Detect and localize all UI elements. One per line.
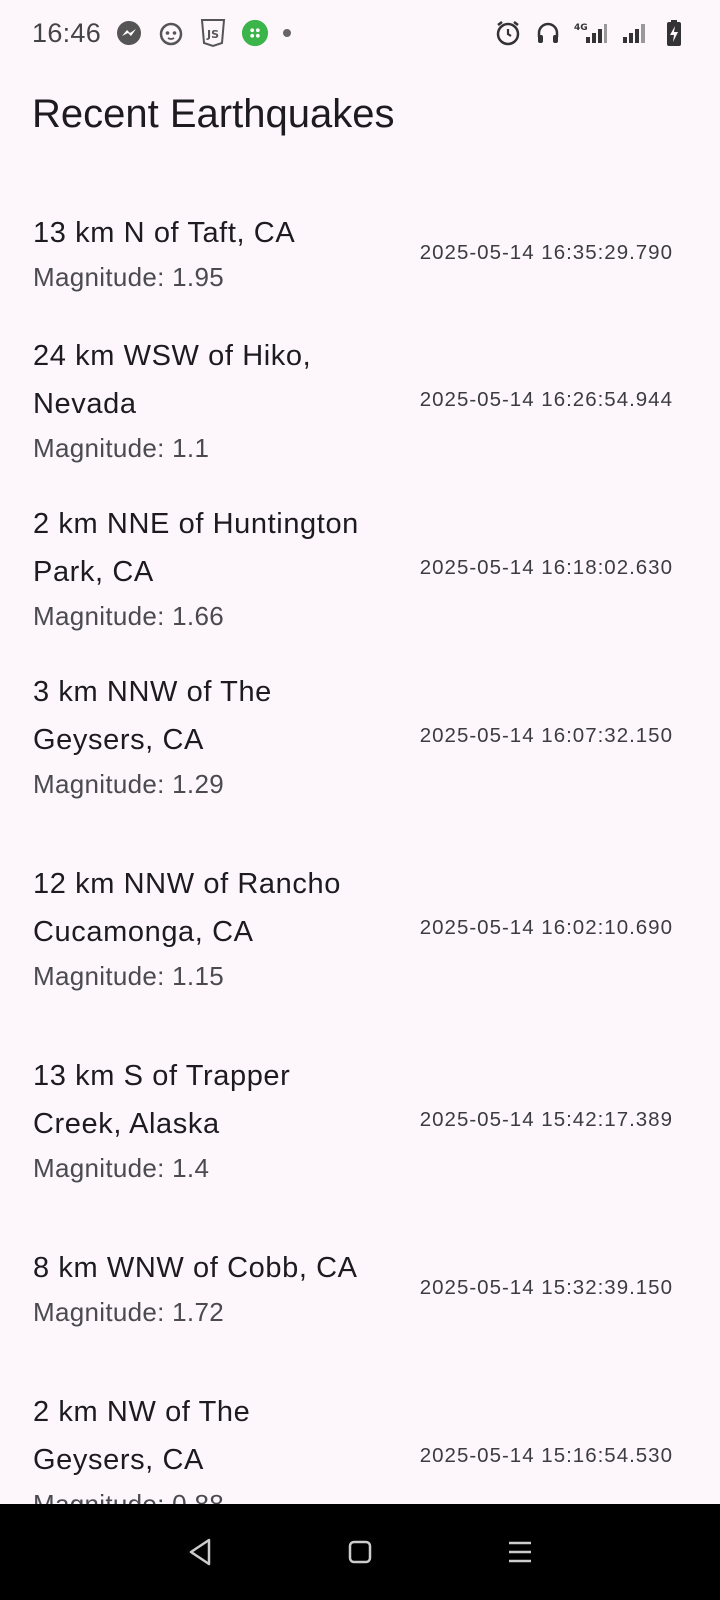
status-left: 16:46 JS xyxy=(32,17,292,49)
list-item[interactable]: 2 km NW of The Geysers, CA Magnitude: 0.… xyxy=(0,1384,720,1504)
list-item[interactable]: 2 km NNE of Huntington Park, CA Magnitud… xyxy=(0,496,720,640)
page-title: Recent Earthquakes xyxy=(32,92,395,136)
app-green-icon xyxy=(241,19,269,47)
home-square-icon xyxy=(348,1540,372,1564)
system-nav-bar xyxy=(0,1504,720,1600)
quake-place: 12 km NNW of Rancho Cucamonga, CA xyxy=(33,868,341,948)
quake-magnitude: Magnitude: 1.95 xyxy=(33,262,224,292)
quake-magnitude: Magnitude: 1.4 xyxy=(33,1153,210,1183)
list-item[interactable]: 24 km WSW of Hiko, Nevada Magnitude: 1.1… xyxy=(0,328,720,472)
quake-magnitude: Magnitude: 1.1 xyxy=(33,433,210,463)
list-item[interactable]: 3 km NNW of The Geysers, CA Magnitude: 1… xyxy=(0,664,720,808)
quake-time: 2025-05-14 16:26:54.944 xyxy=(419,388,673,411)
messenger-icon xyxy=(115,19,143,47)
battery-charging-icon xyxy=(660,19,688,47)
quake-place: 2 km NNE of Huntington Park, CA xyxy=(33,508,359,588)
quake-time: 2025-05-14 15:16:54.530 xyxy=(419,1444,673,1467)
quake-magnitude: Magnitude: 0.88 xyxy=(33,1489,224,1504)
cat-face-icon xyxy=(157,19,185,47)
back-button[interactable] xyxy=(170,1522,230,1582)
recents-button[interactable] xyxy=(490,1522,550,1582)
quake-time: 2025-05-14 15:32:39.150 xyxy=(419,1276,673,1299)
status-time: 16:46 xyxy=(32,17,102,48)
quake-magnitude: Magnitude: 1.72 xyxy=(33,1297,224,1327)
js-icon: JS xyxy=(199,19,227,48)
quake-place: 3 km NNW of The Geysers, CA xyxy=(33,676,272,756)
signal-4g-icon: 4G xyxy=(574,19,608,47)
signal-icon xyxy=(620,19,648,47)
list-item[interactable]: 8 km WNW of Cobb, CA Magnitude: 1.72 202… xyxy=(0,1216,720,1360)
headphones-icon xyxy=(534,19,562,47)
alarm-icon xyxy=(494,19,522,47)
list-item[interactable]: 13 km N of Taft, CA Magnitude: 1.95 2025… xyxy=(0,198,720,308)
menu-lines-icon xyxy=(509,1541,531,1563)
list-item[interactable]: 12 km NNW of Rancho Cucamonga, CA Magnit… xyxy=(0,832,720,1024)
svg-text:JS: JS xyxy=(206,28,219,41)
earthquake-list[interactable]: 13 km N of Taft, CA Magnitude: 1.95 2025… xyxy=(0,182,720,1504)
quake-magnitude: Magnitude: 1.29 xyxy=(33,769,224,799)
status-right: 4G xyxy=(494,19,688,47)
quake-time: 2025-05-14 16:02:10.690 xyxy=(419,916,673,939)
home-button[interactable] xyxy=(330,1522,390,1582)
status-bar: 16:46 JS 4G xyxy=(0,0,720,66)
notification-dot-icon xyxy=(283,29,292,37)
network-label: 4G xyxy=(574,23,588,33)
quake-place: 8 km WNW of Cobb, CA xyxy=(33,1252,358,1284)
quake-place: 24 km WSW of Hiko, Nevada xyxy=(33,340,312,420)
quake-time: 2025-05-14 16:18:02.630 xyxy=(419,556,673,579)
quake-time: 2025-05-14 16:35:29.790 xyxy=(419,241,673,264)
quake-place: 2 km NW of The Geysers, CA xyxy=(33,1396,251,1476)
quake-time: 2025-05-14 16:07:32.150 xyxy=(419,724,673,747)
quake-magnitude: Magnitude: 1.15 xyxy=(33,961,224,991)
list-item[interactable]: 13 km S of Trapper Creek, Alaska Magnitu… xyxy=(0,1048,720,1192)
quake-place: 13 km N of Taft, CA xyxy=(33,217,296,249)
quake-time: 2025-05-14 15:42:17.389 xyxy=(419,1108,673,1131)
quake-magnitude: Magnitude: 1.66 xyxy=(33,601,224,631)
back-triangle-icon xyxy=(189,1538,211,1566)
quake-place: 13 km S of Trapper Creek, Alaska xyxy=(33,1060,291,1140)
